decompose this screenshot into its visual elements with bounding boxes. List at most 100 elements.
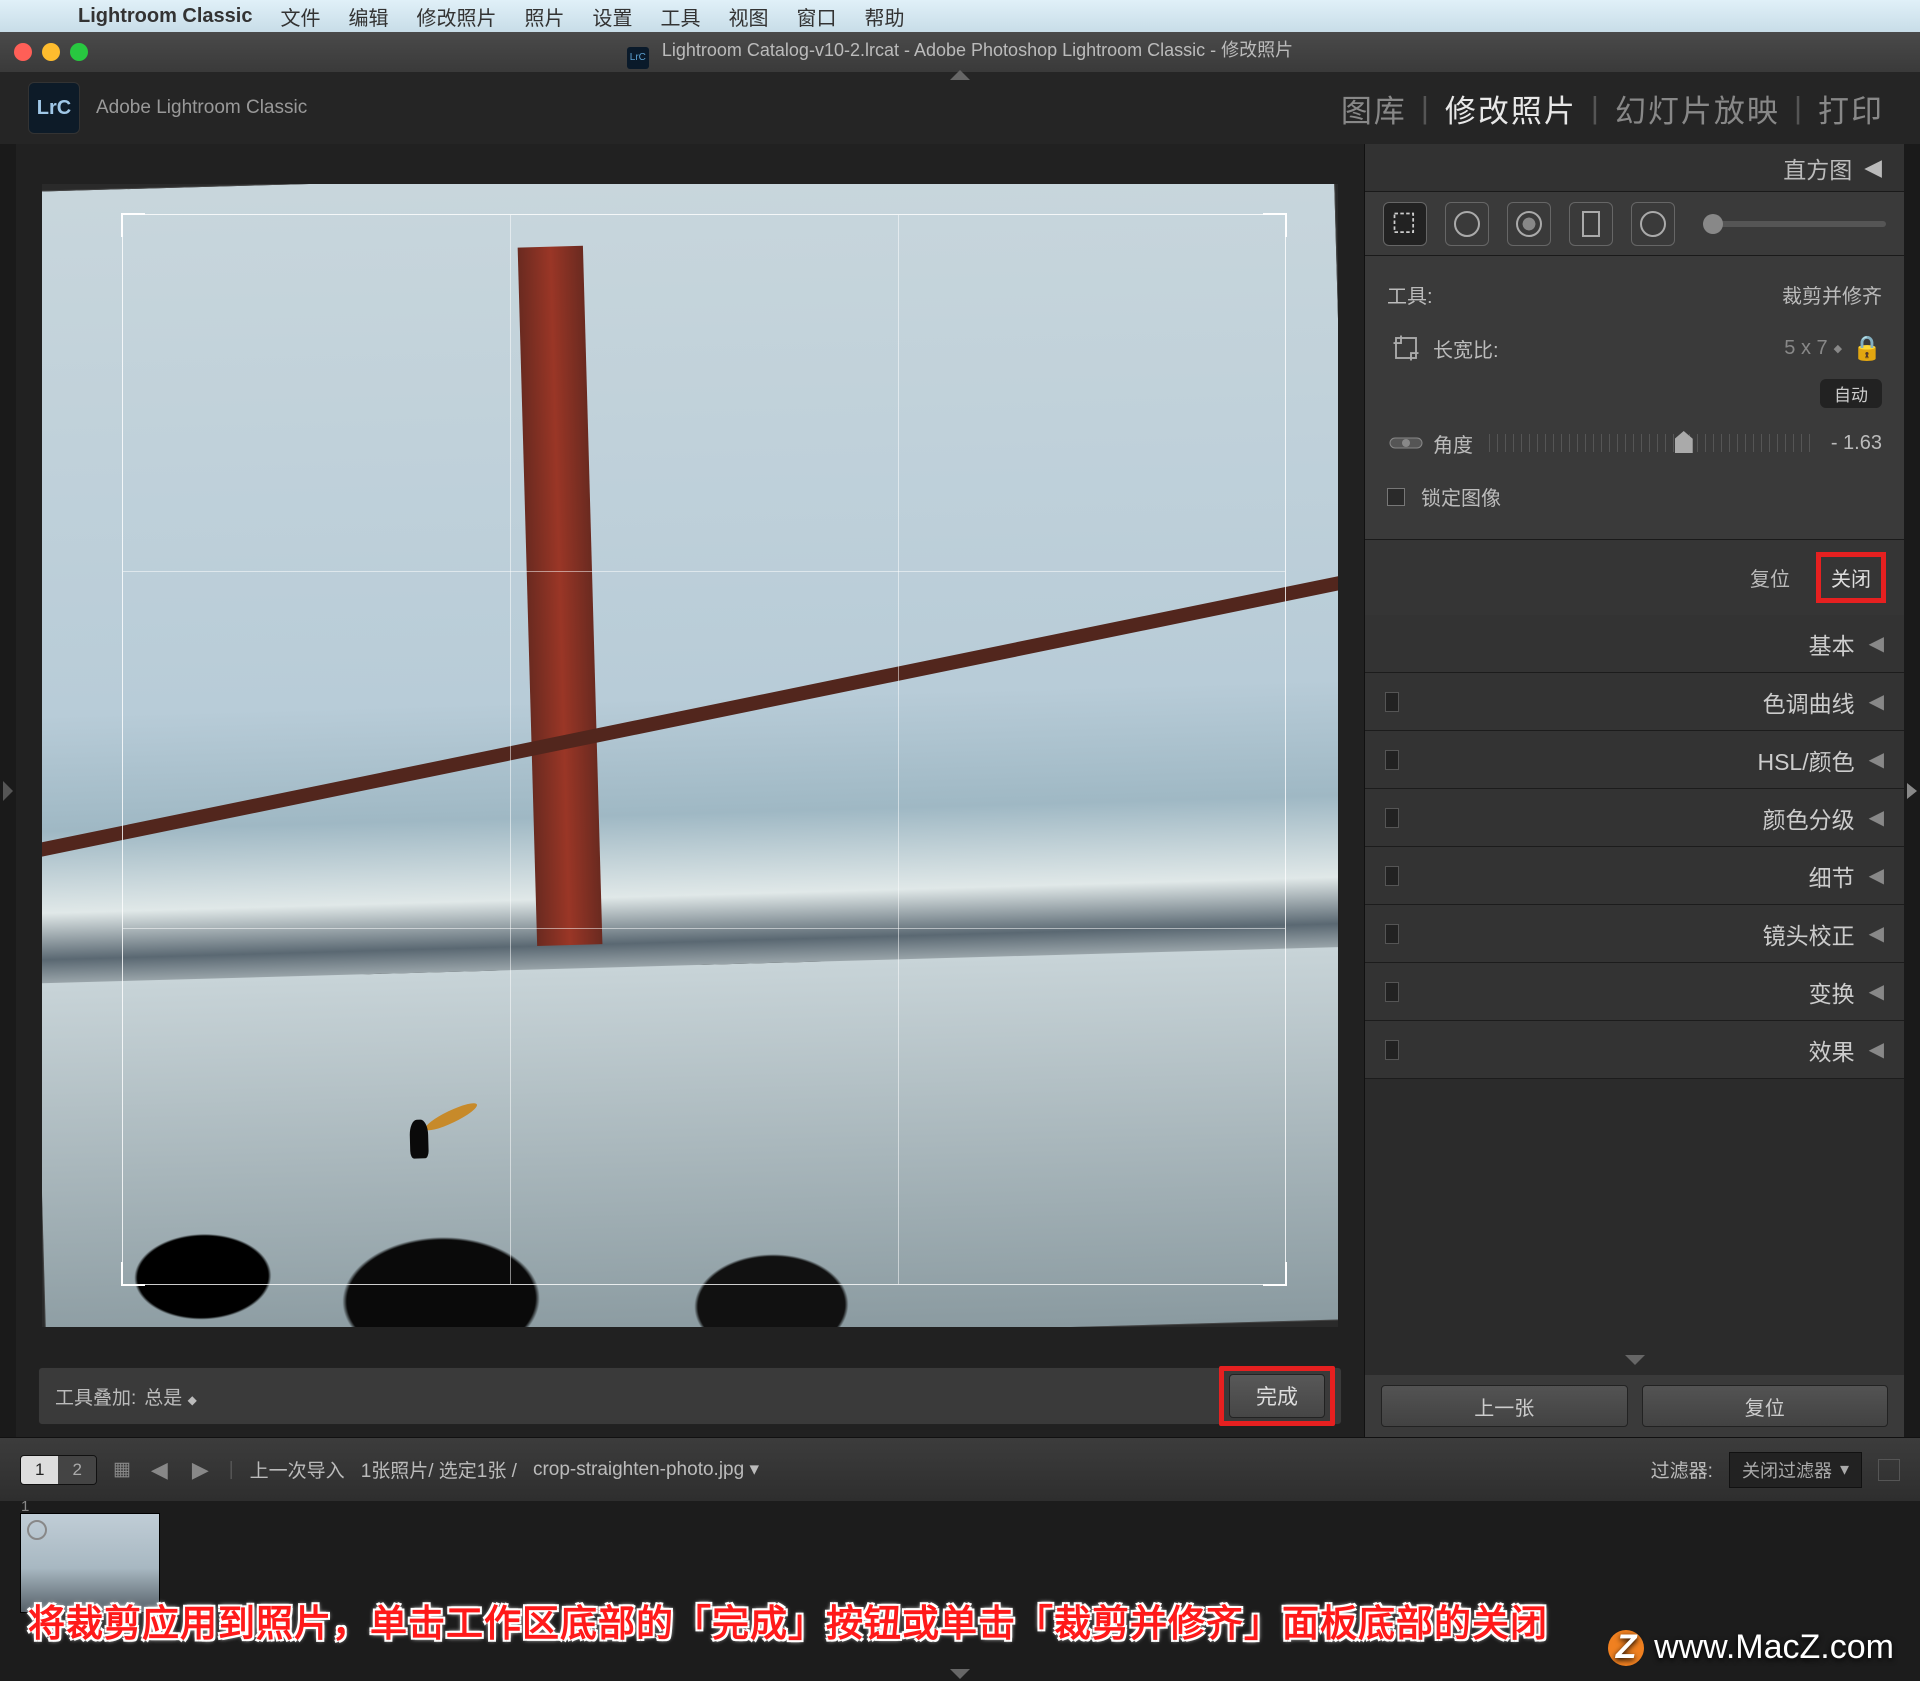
module-develop[interactable]: 修改照片 xyxy=(1437,86,1585,131)
panel-switch[interactable] xyxy=(1385,692,1399,712)
filmstrip: 1 将裁剪应用到照片，单击工作区底部的「完成」按钮或单击「裁剪并修齐」面板底部的… xyxy=(0,1501,1920,1681)
menu-help[interactable]: 帮助 xyxy=(850,2,918,31)
crop-frame-icon[interactable] xyxy=(1387,329,1425,367)
panel-switch[interactable] xyxy=(1385,982,1399,1002)
panel-detail[interactable]: 细节◀ xyxy=(1365,847,1904,905)
right-panel-grip-icon[interactable] xyxy=(1907,783,1917,799)
titlebar: LrC Lightroom Catalog-v10-2.lrcat - Adob… xyxy=(0,32,1920,72)
filmstrip-header: 1 2 ▦ ◀ ▶ | 上一次导入 1张照片/ 选定1张 / crop-stra… xyxy=(0,1437,1920,1501)
panel-effects[interactable]: 效果◀ xyxy=(1365,1021,1904,1079)
module-slideshow[interactable]: 幻灯片放映 xyxy=(1607,86,1788,131)
photo-count: 1张照片/ 选定1张 / xyxy=(361,1456,517,1483)
menu-photo[interactable]: 照片 xyxy=(510,2,578,31)
window-title: LrC Lightroom Catalog-v10-2.lrcat - Adob… xyxy=(0,36,1920,69)
app-name[interactable]: Lightroom Classic xyxy=(64,5,266,28)
aspect-lock-icon[interactable]: 🔒 xyxy=(1852,334,1882,363)
menu-edit[interactable]: 编辑 xyxy=(334,2,402,31)
watermark: Z www.MacZ.com xyxy=(1608,1628,1894,1667)
reset-all-button[interactable]: 复位 xyxy=(1642,1385,1889,1427)
filmstrip-grip-icon[interactable] xyxy=(950,1669,970,1679)
angle-slider[interactable] xyxy=(1489,434,1815,452)
filter-lock-icon[interactable] xyxy=(1878,1459,1900,1481)
panel-switch[interactable] xyxy=(1385,924,1399,944)
panel-switch[interactable] xyxy=(1385,750,1399,770)
secondary-display-toggle[interactable]: 1 2 xyxy=(20,1455,97,1485)
histogram-panel-header[interactable]: 直方图 ◀ xyxy=(1365,144,1904,192)
previous-button[interactable]: 上一张 xyxy=(1381,1385,1628,1427)
aspect-ratio-dropdown[interactable]: 5 x 7 ◆ xyxy=(1784,337,1842,360)
nav-back-icon[interactable]: ◀ xyxy=(147,1457,172,1483)
app-logo-icon: LrC xyxy=(28,82,80,134)
tool-overlay-dropdown[interactable]: 总是 ◆ xyxy=(144,1383,197,1410)
app-badge-icon: LrC xyxy=(627,47,649,69)
mac-menubar: Lightroom Classic 文件 编辑 修改照片 照片 设置 工具 视图… xyxy=(0,0,1920,32)
module-header: LrC Adobe Lightroom Classic 图库 | 修改照片 | … xyxy=(0,72,1920,144)
auto-button[interactable]: 自动 xyxy=(1820,379,1882,408)
angle-label: 角度 xyxy=(1433,429,1473,458)
right-panel: 直方图 ◀ 工具: 裁剪并修齐 长宽比: xyxy=(1364,144,1904,1437)
menu-view[interactable]: 视图 xyxy=(714,2,782,31)
photo-canvas[interactable] xyxy=(16,144,1364,1367)
menu-file[interactable]: 文件 xyxy=(266,2,334,31)
module-library[interactable]: 图库 xyxy=(1333,86,1415,131)
radial-filter-icon[interactable] xyxy=(1631,202,1675,246)
panel-grip-icon[interactable] xyxy=(1625,1355,1645,1365)
grid-view-icon[interactable]: ▦ xyxy=(113,1458,131,1481)
close-button[interactable]: 关闭 xyxy=(1816,552,1886,603)
thumbnail-index: 1 xyxy=(21,1498,29,1515)
display-2[interactable]: 2 xyxy=(58,1456,95,1484)
main-area: 工具叠加: 总是 ◆ 完成 直方图 ◀ xyxy=(0,144,1920,1437)
chevron-left-icon: ◀ xyxy=(1864,154,1882,181)
menu-develop[interactable]: 修改照片 xyxy=(402,2,510,31)
menu-window[interactable]: 窗口 xyxy=(782,2,850,31)
tutorial-annotation: 将裁剪应用到照片，单击工作区底部的「完成」按钮或单击「裁剪并修齐」面板底部的关闭 xyxy=(28,1593,1548,1647)
menu-settings[interactable]: 设置 xyxy=(578,2,646,31)
display-1[interactable]: 1 xyxy=(21,1456,58,1484)
context-label[interactable]: 上一次导入 xyxy=(250,1456,345,1483)
app-window: LrC Lightroom Catalog-v10-2.lrcat - Adob… xyxy=(0,32,1920,1573)
watermark-logo-icon: Z xyxy=(1608,1630,1644,1666)
spot-removal-icon[interactable] xyxy=(1445,202,1489,246)
panel-tone-curve[interactable]: 色调曲线◀ xyxy=(1365,673,1904,731)
redeye-tool-icon[interactable] xyxy=(1507,202,1551,246)
current-filename[interactable]: crop-straighten-photo.jpg ▾ xyxy=(533,1458,759,1481)
panel-switch[interactable] xyxy=(1385,1040,1399,1060)
panel-basic[interactable]: 基本◀ xyxy=(1365,615,1904,673)
filter-dropdown[interactable]: 关闭过滤器▾ xyxy=(1729,1452,1862,1488)
filter-label: 过滤器: xyxy=(1651,1456,1713,1483)
crop-panel: 工具: 裁剪并修齐 长宽比: 5 x 7 ◆ 🔒 自动 角度 - 1.63 xyxy=(1365,256,1904,540)
reset-button[interactable]: 复位 xyxy=(1750,563,1790,592)
top-panel-grip-icon[interactable] xyxy=(950,70,970,80)
panel-switch[interactable] xyxy=(1385,866,1399,886)
menu-tools[interactable]: 工具 xyxy=(646,2,714,31)
graduated-filter-icon[interactable] xyxy=(1569,202,1613,246)
brush-size-slider[interactable] xyxy=(1703,221,1886,227)
module-print[interactable]: 打印 xyxy=(1810,86,1892,131)
crop-tool-icon[interactable] xyxy=(1383,202,1427,246)
canvas-toolbar: 工具叠加: 总是 ◆ 完成 xyxy=(38,1367,1342,1425)
right-nav-bar: 上一张 复位 xyxy=(1365,1375,1904,1437)
angle-value[interactable]: - 1.63 xyxy=(1831,432,1882,455)
panel-transform[interactable]: 变换◀ xyxy=(1365,963,1904,1021)
panel-color-grading[interactable]: 颜色分级◀ xyxy=(1365,789,1904,847)
tools-label: 工具: xyxy=(1387,280,1782,309)
lock-image-checkbox[interactable] xyxy=(1387,488,1405,506)
aspect-label: 长宽比: xyxy=(1433,334,1784,363)
done-button[interactable]: 完成 xyxy=(1229,1374,1325,1418)
left-panel-grip-icon[interactable] xyxy=(3,781,13,801)
tool-overlay-label: 工具叠加: xyxy=(55,1383,136,1410)
panel-switch[interactable] xyxy=(1385,808,1399,828)
lock-image-label: 锁定图像 xyxy=(1421,482,1501,511)
photo-preview[interactable] xyxy=(42,184,1338,1327)
tools-value: 裁剪并修齐 xyxy=(1782,280,1882,309)
panel-hsl[interactable]: HSL/颜色◀ xyxy=(1365,731,1904,789)
level-icon[interactable] xyxy=(1387,424,1425,462)
module-picker: 图库 | 修改照片 | 幻灯片放映 | 打印 xyxy=(1333,86,1892,131)
canvas-area: 工具叠加: 总是 ◆ 完成 xyxy=(16,144,1364,1437)
crop-panel-footer: 复位 关闭 xyxy=(1365,540,1904,615)
develop-panels: 基本◀ 色调曲线◀ HSL/颜色◀ 颜色分级◀ 细节◀ 镜头校正◀ 变换◀ 效果… xyxy=(1365,615,1904,1344)
product-name: Adobe Lightroom Classic xyxy=(96,97,307,119)
nav-forward-icon[interactable]: ▶ xyxy=(188,1457,213,1483)
develop-toolstrip xyxy=(1365,192,1904,256)
panel-lens[interactable]: 镜头校正◀ xyxy=(1365,905,1904,963)
